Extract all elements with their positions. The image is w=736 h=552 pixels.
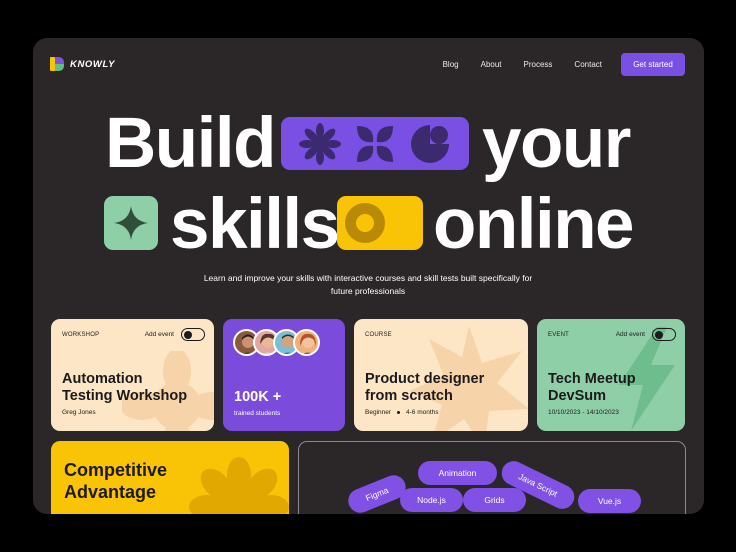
petal-cross-icon	[357, 125, 393, 162]
advantage-card[interactable]: Competitive Advantage	[51, 441, 289, 514]
sparkle-tile	[104, 196, 158, 250]
add-event-label: Add event	[615, 331, 645, 338]
hero-word-your: your	[482, 104, 631, 183]
add-event-label: Add event	[144, 331, 174, 338]
flower-decoration-icon	[189, 457, 289, 514]
workshop-card[interactable]: WORKSHOP Add event Automation Testing Wo…	[51, 319, 214, 431]
shapes-pill	[281, 117, 469, 170]
skill-tag-figma[interactable]: Figma	[344, 471, 410, 514]
card-title-line2: Testing Workshop	[62, 388, 188, 404]
advantage-title-line1: Competitive	[64, 460, 168, 480]
card-author: Greg Jones	[62, 409, 96, 416]
get-started-button[interactable]: Get started	[621, 53, 685, 76]
advantage-title-line2: Advantage	[64, 482, 157, 502]
card-title-line2: from scratch	[365, 388, 453, 404]
students-label: trained students	[234, 410, 281, 417]
page-frame: KNOWLY Blog About Process Contact Get st…	[33, 38, 704, 514]
skill-tag-animation[interactable]: Animation	[418, 461, 497, 485]
nav-link-contact[interactable]: Contact	[574, 60, 602, 69]
toggle-pill	[337, 196, 423, 250]
brand-name: KNOWLY	[70, 58, 116, 70]
hero-word-build: Build	[105, 104, 276, 183]
nav-link-process[interactable]: Process	[524, 60, 553, 69]
card-title-line1: Automation	[62, 371, 143, 387]
skill-tag-vuejs[interactable]: Vue.js	[578, 489, 641, 513]
sparkle-icon	[114, 206, 148, 240]
card-title-line1: Product designer	[365, 371, 485, 387]
hero-subtitle: Learn and improve your skills with inter…	[203, 273, 533, 296]
skill-tag-nodejs[interactable]: Node.js	[400, 488, 463, 512]
course-duration: 4-6 months	[406, 409, 439, 416]
brand-logo[interactable]: KNOWLY	[50, 57, 115, 71]
add-event-toggle[interactable]	[181, 328, 205, 341]
event-dates: 10/10/2023 - 14/10/2023	[548, 409, 619, 416]
card-title-line2: DevSum	[548, 388, 607, 404]
logo-icon	[50, 57, 64, 71]
crescent-icon	[411, 124, 449, 163]
card-tag: WORKSHOP	[62, 332, 100, 338]
skill-tag-grids[interactable]: Grids	[463, 488, 526, 512]
flower-icon	[299, 122, 341, 165]
card-tag: EVENT	[548, 332, 570, 338]
main-nav: Blog About Process Contact	[443, 60, 602, 69]
event-card[interactable]: EVENT Add event Tech Meetup DevSum 10/10…	[537, 319, 685, 431]
students-count: 100K +	[234, 389, 282, 405]
course-meta: Beginner 4-6 months	[365, 409, 439, 416]
card-title-line1: Tech Meetup	[548, 371, 636, 387]
ring-icon	[345, 203, 385, 243]
students-card[interactable]: 100K + trained students	[223, 319, 345, 431]
hero-word-skills: skills	[170, 185, 340, 264]
nav-link-blog[interactable]: Blog	[443, 60, 459, 69]
hero-word-online: online	[433, 185, 635, 264]
bullet-dot-icon	[397, 411, 401, 414]
nav-link-about[interactable]: About	[481, 60, 502, 69]
add-event-toggle[interactable]	[652, 328, 676, 341]
avatar	[293, 329, 320, 356]
skills-card: Figma Animation Java Script Node.js Grid…	[298, 441, 686, 514]
course-level: Beginner	[365, 409, 392, 416]
card-tag: COURSE	[365, 332, 392, 338]
course-card[interactable]: COURSE Product designer from scratch Beg…	[354, 319, 528, 431]
